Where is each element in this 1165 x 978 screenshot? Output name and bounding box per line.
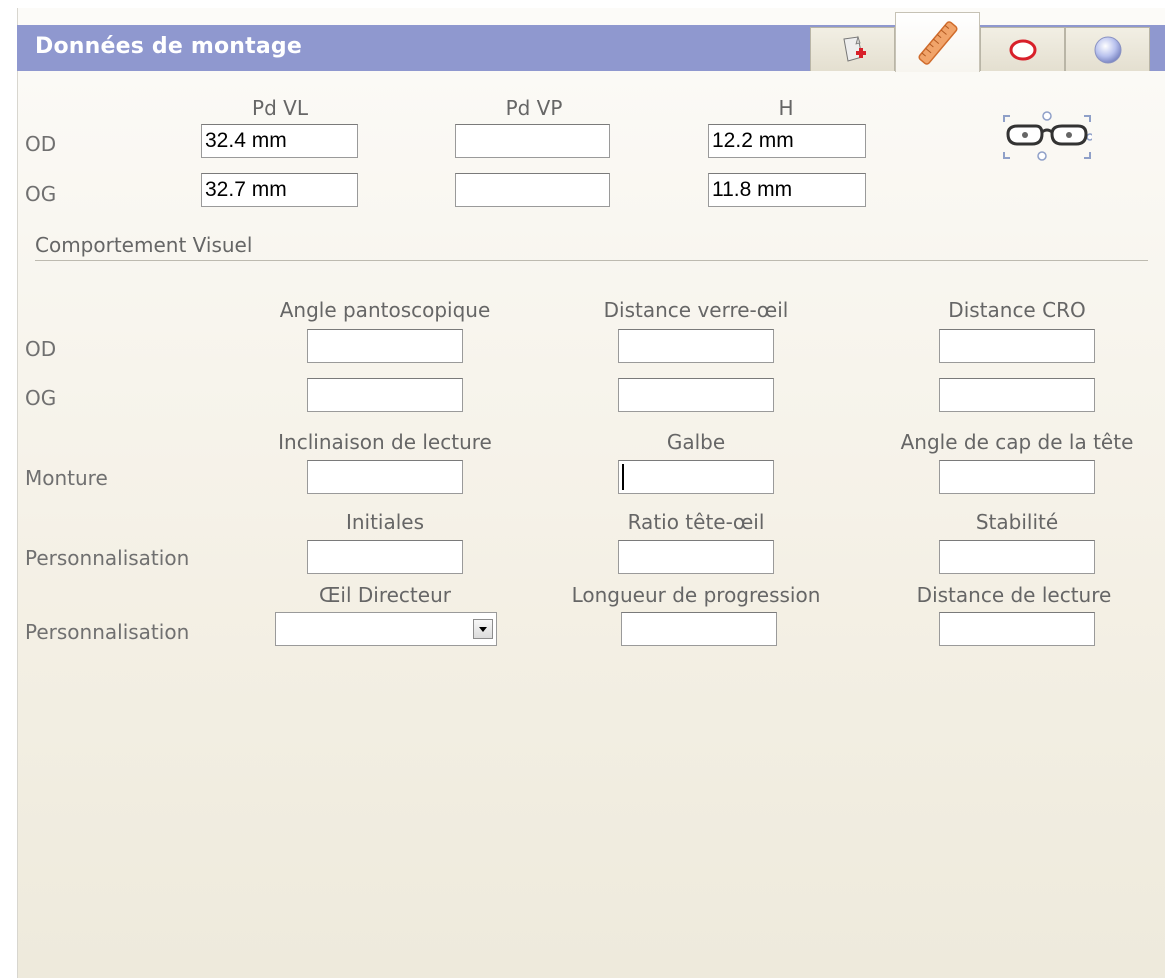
pd-vp-og-input[interactable] bbox=[455, 173, 610, 207]
angle-cap-tete-input[interactable] bbox=[939, 460, 1095, 494]
angle-pantoscopique-og-input[interactable] bbox=[307, 378, 463, 412]
tab-ruler[interactable] bbox=[895, 12, 980, 72]
section-divider bbox=[35, 260, 1148, 261]
pd-vl-og-input[interactable] bbox=[201, 173, 358, 207]
longueur-progression-input[interactable] bbox=[621, 612, 777, 646]
inclinaison-lecture-input[interactable] bbox=[307, 460, 463, 494]
col-angle-pantoscopique: Angle pantoscopique bbox=[279, 298, 491, 322]
distance-cro-og-input[interactable] bbox=[939, 378, 1095, 412]
col-distance-cro: Distance CRO bbox=[948, 298, 1086, 322]
vb-row-label-og: OG bbox=[25, 386, 57, 410]
glasses-measure-icon[interactable] bbox=[1002, 110, 1092, 164]
pd-vp-od-input[interactable] bbox=[455, 124, 610, 158]
ruler-icon bbox=[917, 20, 958, 65]
distance-lecture-input[interactable] bbox=[939, 612, 1095, 646]
stabilite-input[interactable] bbox=[939, 540, 1095, 574]
row-label-monture: Monture bbox=[25, 466, 108, 490]
distance-cro-od-input[interactable] bbox=[939, 329, 1095, 363]
h-og-input[interactable] bbox=[708, 173, 866, 207]
col-distance-verre-oeil: Distance verre-œil bbox=[603, 298, 789, 322]
row-label-personnalisation-2: Personnalisation bbox=[25, 620, 190, 644]
ratio-tete-oeil-input[interactable] bbox=[618, 540, 774, 574]
col-oeil-directeur: Œil Directeur bbox=[319, 583, 451, 607]
col-initiales: Initiales bbox=[345, 510, 425, 534]
angle-pantoscopique-od-input[interactable] bbox=[307, 329, 463, 363]
chevron-down-icon[interactable] bbox=[473, 619, 493, 639]
document-plus-icon bbox=[842, 35, 866, 62]
text-cursor bbox=[622, 464, 624, 490]
tab-sphere[interactable] bbox=[1065, 27, 1150, 71]
col-distance-lecture: Distance de lecture bbox=[916, 583, 1112, 607]
row-label-personnalisation-1: Personnalisation bbox=[25, 546, 190, 570]
panel-title: Données de montage bbox=[35, 34, 302, 59]
col-ratio-tete-oeil: Ratio tête-œil bbox=[627, 510, 765, 534]
distance-verre-oeil-og-input[interactable] bbox=[618, 378, 774, 412]
col-h: H bbox=[778, 96, 794, 120]
lens-shape-icon bbox=[1009, 39, 1036, 60]
sphere-icon bbox=[1094, 36, 1121, 63]
h-od-input[interactable] bbox=[708, 124, 866, 158]
col-stabilite: Stabilité bbox=[975, 510, 1059, 534]
col-pd-vp: Pd VP bbox=[505, 96, 563, 120]
col-inclinaison-lecture: Inclinaison de lecture bbox=[278, 430, 492, 454]
col-galbe: Galbe bbox=[666, 430, 726, 454]
col-longueur-progression: Longueur de progression bbox=[571, 583, 821, 607]
row-label-od: OD bbox=[25, 132, 57, 156]
tab-lens-shape[interactable] bbox=[980, 27, 1065, 71]
distance-verre-oeil-od-input[interactable] bbox=[618, 329, 774, 363]
row-label-og: OG bbox=[25, 182, 57, 206]
initiales-input[interactable] bbox=[307, 540, 463, 574]
oeil-directeur-select[interactable] bbox=[275, 612, 497, 646]
vb-row-label-od: OD bbox=[25, 337, 57, 361]
tab-document[interactable] bbox=[810, 27, 895, 71]
col-pd-vl: Pd VL bbox=[252, 96, 308, 120]
section-title-visual-behavior: Comportement Visuel bbox=[35, 233, 253, 257]
col-angle-cap-tete: Angle de cap de la tête bbox=[900, 430, 1134, 454]
galbe-input[interactable] bbox=[618, 460, 774, 494]
pd-vl-od-input[interactable] bbox=[201, 124, 358, 158]
